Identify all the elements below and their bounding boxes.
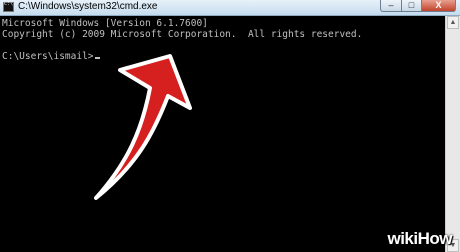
- watermark-text: wikiHow: [387, 229, 452, 248]
- console-line-copyright: Copyright (c) 2009 Microsoft Corporation…: [2, 29, 363, 40]
- maximize-button[interactable]: □: [402, 0, 422, 12]
- wikihow-watermark: wikiHow: [387, 228, 452, 250]
- window-controls: – □ X: [380, 0, 456, 13]
- cmd-app-icon[interactable]: [3, 1, 14, 12]
- red-curved-arrow-icon: [94, 54, 192, 200]
- title-bar[interactable]: C:\Windows\system32\cmd.exe – □ X: [0, 0, 460, 16]
- minimize-button[interactable]: –: [380, 0, 402, 12]
- close-button[interactable]: X: [422, 0, 456, 12]
- window-title: C:\Windows\system32\cmd.exe: [18, 1, 158, 12]
- console-line-version: Microsoft Windows [Version 6.1.7600]: [2, 18, 208, 29]
- cmd-window: C:\Windows\system32\cmd.exe – □ X Micros…: [0, 0, 460, 252]
- scroll-up-arrow-icon[interactable]: ▲: [447, 16, 459, 29]
- vertical-scrollbar[interactable]: ▲ ▼: [445, 16, 460, 252]
